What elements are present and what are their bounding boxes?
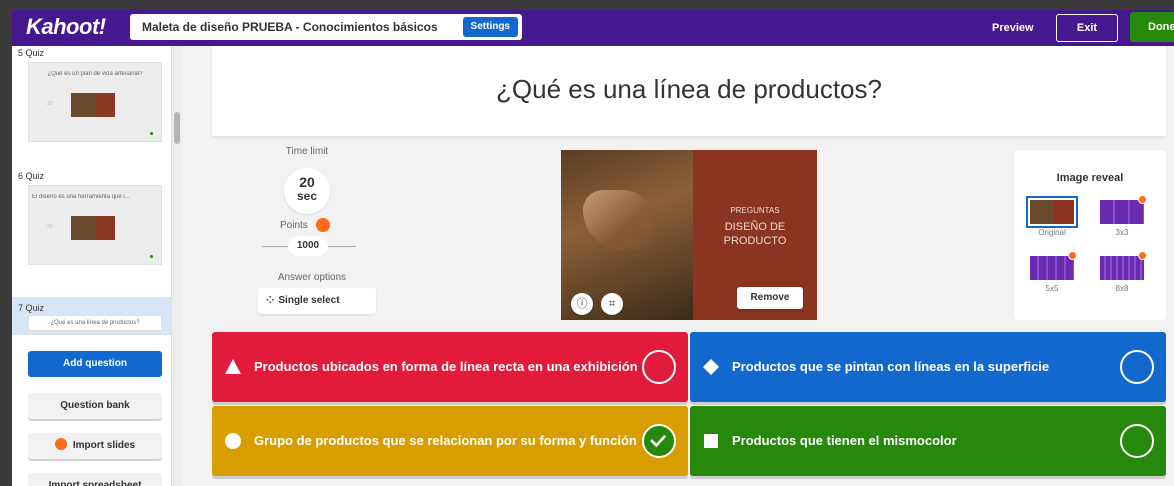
preview-button[interactable]: Preview — [984, 18, 1042, 38]
time-limit-label: Time limit — [285, 146, 329, 157]
time-limit-selector[interactable]: 20 sec — [284, 168, 330, 214]
import-slides-button[interactable]: Import slides — [28, 433, 162, 459]
slide-question-text: El diseño es una herramienta que i... — [32, 194, 130, 200]
answer-options-label: Answer options — [277, 272, 347, 283]
answer-type-selector[interactable]: ⁘ Single select — [258, 288, 376, 314]
reveal-option-label: 8x8 — [1115, 284, 1129, 293]
time-limit-value: 20 — [299, 174, 315, 190]
correct-answer-toggle[interactable] — [1120, 424, 1154, 458]
slide-question-text: ¿Qué es una línea de productos? — [28, 315, 162, 331]
sidebar-scrollbar[interactable] — [172, 46, 182, 486]
answer-option-3[interactable]: Grupo de productos que se relacionan por… — [212, 406, 688, 476]
reveal-thumbnail — [1100, 256, 1144, 280]
image-caption-large: DISEÑO DE PRODUCTO — [723, 221, 787, 247]
answer-text[interactable]: Productos que se pintan con líneas en la… — [732, 332, 1122, 402]
kahoot-editor: Kahoot! Maleta de diseño PRUEBA - Conoci… — [12, 10, 1174, 486]
add-question-button[interactable]: Add question — [28, 351, 162, 377]
question-image[interactable]: PREGUNTAS DISEÑO DE PRODUCTO ⓘ ⌗ Remove — [561, 150, 817, 320]
remove-image-button[interactable]: Remove — [737, 287, 803, 309]
answer-type-label: Single select — [278, 295, 340, 306]
time-limit-unit: sec — [296, 189, 318, 203]
done-button[interactable]: Done — [1130, 12, 1174, 42]
answer-option-1[interactable]: Productos ubicados en forma de línea rec… — [212, 332, 688, 402]
reveal-option-label: 5x5 — [1045, 284, 1059, 293]
slide-thumbnail[interactable]: ¿Qué es un plan de vida artesanal? 20 — [28, 62, 162, 142]
reveal-thumbnail — [1030, 256, 1074, 280]
slides-sidebar: 5 Quiz ¿Qué es un plan de vida artesanal… — [12, 46, 172, 486]
crop-icon[interactable]: ⌗ — [601, 293, 623, 315]
reveal-option-3x3[interactable]: 3x3 — [1100, 195, 1147, 237]
check-icon — [650, 434, 667, 448]
premium-badge-icon — [1138, 251, 1147, 260]
slide-number: 6 Quiz — [18, 171, 45, 181]
image-reveal-title: Image reveal — [1056, 172, 1124, 184]
sidebar-scrollbar-thumb[interactable] — [174, 112, 180, 144]
import-slides-icon — [54, 438, 67, 451]
answer-option-4[interactable]: Productos que tienen el mismocolor — [690, 406, 1166, 476]
slide-image — [71, 216, 115, 240]
answer-text[interactable]: Productos ubicados en forma de línea rec… — [254, 332, 644, 402]
premium-badge-icon — [1068, 251, 1077, 260]
kahoot-title-field[interactable]: Maleta de diseño PRUEBA - Conocimientos … — [130, 14, 522, 40]
kahoot-title-text: Maleta de diseño PRUEBA - Conocimientos … — [142, 20, 438, 34]
reveal-option-original[interactable]: Original — [1026, 196, 1078, 237]
exit-button[interactable]: Exit — [1056, 14, 1118, 42]
slide-number: 7 Quiz — [18, 303, 45, 313]
points-label: Points — [280, 220, 308, 231]
reveal-option-label: Original — [1038, 228, 1066, 237]
question-bank-button[interactable]: Question bank — [28, 393, 162, 419]
circle-icon — [225, 433, 241, 449]
correct-answer-toggle[interactable] — [1120, 350, 1154, 384]
reveal-thumbnail — [1026, 196, 1078, 228]
image-reveal-panel: Image reveal Original 3x3 5x5 8x8 — [1014, 150, 1166, 320]
correct-answer-toggle[interactable] — [642, 350, 676, 384]
slide-image — [71, 93, 115, 117]
question-options-panel: Time limit 20 sec Points 1000 Answer opt… — [252, 146, 382, 336]
reveal-thumbnail — [1100, 200, 1144, 224]
answer-text[interactable]: Grupo de productos que se relacionan por… — [254, 406, 644, 476]
premium-badge-icon — [1138, 195, 1147, 204]
question-input[interactable]: ¿Qué es una línea de productos? — [212, 46, 1166, 136]
kahoot-logo[interactable]: Kahoot! — [26, 14, 106, 40]
slide-number: 5 Quiz — [18, 48, 45, 58]
slide-thumbnail[interactable]: El diseño es una herramienta que i... 20 — [28, 185, 162, 265]
slide-time-label: 20 — [47, 101, 53, 107]
points-selector[interactable]: 1000 — [288, 236, 328, 256]
question-text: ¿Qué es una línea de productos? — [496, 74, 882, 104]
answer-option-2[interactable]: Productos que se pintan con líneas en la… — [690, 332, 1166, 402]
image-caption-small: PREGUNTAS — [730, 206, 780, 215]
single-select-icon: ⁘ — [266, 295, 275, 306]
import-spreadsheet-button[interactable]: Import spreadsheet — [28, 473, 162, 486]
reveal-option-8x8[interactable]: 8x8 — [1100, 251, 1147, 293]
diamond-icon — [703, 359, 719, 375]
slide-status-dot — [150, 255, 153, 258]
slide-status-dot — [150, 132, 153, 135]
answer-text[interactable]: Productos que tienen el mismocolor — [732, 406, 1122, 476]
points-icon — [316, 218, 330, 232]
top-bar: Kahoot! Maleta de diseño PRUEBA - Conoci… — [12, 10, 1174, 46]
info-icon[interactable]: ⓘ — [571, 293, 593, 315]
reveal-option-5x5[interactable]: 5x5 — [1030, 251, 1077, 293]
slide-time-label: 20 — [47, 224, 53, 230]
slide-item-active[interactable]: 7 Quiz ¿Qué es una línea de productos? — [12, 297, 172, 335]
triangle-icon — [225, 359, 241, 374]
reveal-option-label: 3x3 — [1115, 228, 1129, 237]
import-slides-label: Import slides — [72, 440, 136, 451]
settings-button[interactable]: Settings — [462, 17, 518, 37]
correct-answer-toggle[interactable] — [642, 424, 676, 458]
slide-question-text: ¿Qué es un plan de vida artesanal? — [47, 71, 143, 77]
square-icon — [704, 434, 718, 448]
